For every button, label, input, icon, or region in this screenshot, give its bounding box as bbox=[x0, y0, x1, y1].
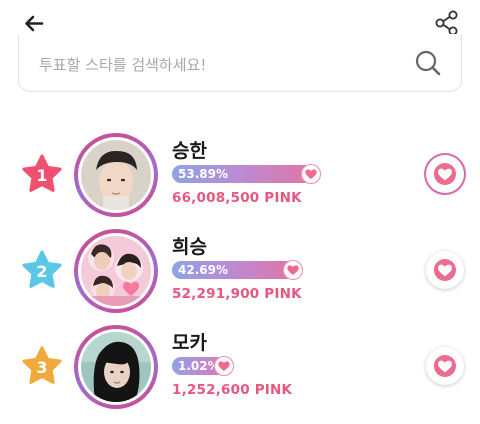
heart-icon bbox=[434, 259, 456, 281]
heart-icon bbox=[434, 355, 456, 377]
rank-2-star-icon: 2 bbox=[22, 250, 62, 288]
vote-share-bar: 53.89% bbox=[172, 164, 322, 184]
star-name[interactable]: 희승 bbox=[172, 232, 207, 259]
avatar-photo bbox=[81, 236, 151, 306]
pink-count: 66,008,500 PINK bbox=[172, 190, 302, 206]
search-bar bbox=[18, 34, 462, 92]
vote-button[interactable] bbox=[426, 347, 464, 385]
search-icon bbox=[415, 50, 441, 76]
avatar[interactable] bbox=[74, 325, 158, 409]
vote-share-label: 53.89% bbox=[178, 167, 228, 181]
heart-icon bbox=[301, 164, 322, 184]
vote-button[interactable] bbox=[426, 155, 464, 193]
heart-icon bbox=[214, 356, 234, 376]
star-name[interactable]: 승한 bbox=[172, 136, 207, 163]
vote-share-label: 42.69% bbox=[178, 263, 228, 277]
heart-icon bbox=[434, 163, 456, 185]
avatar-photo bbox=[81, 140, 151, 210]
ranking-item: 1 승한 53.89% 66,008,500 PINK bbox=[0, 128, 480, 222]
pink-count: 52,291,900 PINK bbox=[172, 286, 302, 302]
ranking-item: 3 모카 1.02% 1,252,600 PINK bbox=[0, 320, 480, 414]
avatar[interactable] bbox=[74, 133, 158, 217]
avatar[interactable] bbox=[74, 229, 158, 313]
star-name[interactable]: 모카 bbox=[172, 328, 207, 355]
vote-button[interactable] bbox=[426, 251, 464, 289]
heart-icon bbox=[283, 260, 304, 280]
avatar-photo bbox=[81, 332, 151, 402]
pink-count: 1,252,600 PINK bbox=[172, 382, 293, 398]
search-input[interactable] bbox=[37, 50, 401, 80]
vote-share-bar: 1.02% bbox=[172, 356, 234, 376]
rank-3-star-icon: 3 bbox=[22, 346, 62, 384]
rank-number: 2 bbox=[36, 262, 47, 281]
rank-number: 3 bbox=[36, 358, 47, 377]
ranking-item: 2 희승 42.69% 52,291,900 PINK bbox=[0, 224, 480, 318]
rank-1-star-icon: 1 bbox=[22, 154, 62, 192]
vote-share-bar: 42.69% bbox=[172, 260, 304, 280]
rank-number: 1 bbox=[36, 166, 47, 185]
search-button[interactable] bbox=[413, 48, 443, 78]
